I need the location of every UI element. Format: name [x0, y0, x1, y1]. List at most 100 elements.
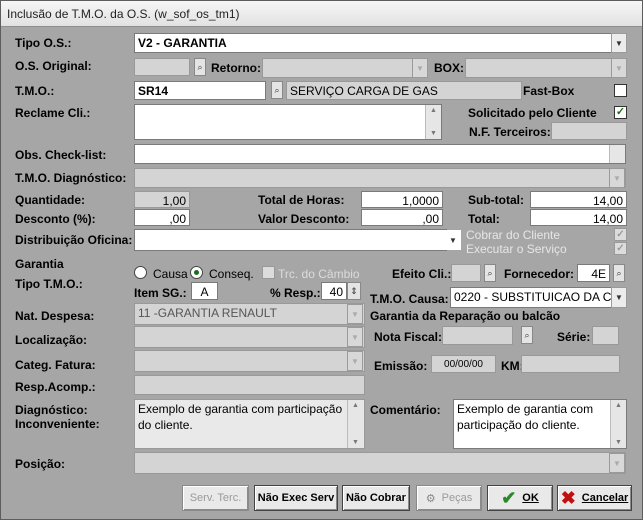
nao-exec-serv-button[interactable]: Não Exec Serv — [254, 485, 338, 511]
tipo-tmo-label: Tipo T.M.O.: — [15, 277, 83, 291]
retorno-label: Retorno: — [211, 61, 261, 75]
tmo-diag-select[interactable] — [134, 168, 626, 188]
retorno-select[interactable] — [262, 58, 416, 78]
executar-servico-label: Executar o Serviço — [466, 242, 567, 256]
reclame-label: Reclame Cli.: — [15, 106, 91, 120]
efeito-cli-input[interactable] — [451, 264, 481, 282]
box-select[interactable] — [465, 58, 613, 78]
localizacao-select[interactable] — [134, 326, 365, 348]
cobrar-cliente-checkbox[interactable]: ✓ — [614, 228, 627, 241]
nao-cobrar-button[interactable]: Não Cobrar — [342, 485, 410, 511]
chevron-down-icon[interactable]: ▼ — [611, 58, 627, 78]
ok-button[interactable]: ✔ OK — [487, 485, 553, 511]
cancelar-button[interactable]: ✖ Cancelar — [557, 485, 632, 511]
tmo-diag-label: T.M.O. Diagnóstico: — [15, 171, 127, 185]
fornecedor-label: Fornecedor: — [504, 267, 575, 281]
check-icon: ✔ — [501, 487, 517, 508]
emissao-label: Emissão: — [374, 359, 428, 373]
pecas-button[interactable]: ⚙ Peças — [416, 485, 482, 511]
km-input[interactable] — [521, 355, 620, 373]
tmo-label: T.M.O.: — [15, 84, 55, 98]
localizacao-label: Localização: — [15, 333, 88, 347]
posicao-select[interactable] — [134, 452, 626, 474]
inconveniente-label: Inconveniente: — [15, 417, 100, 431]
trc-cambio-label: Trc. do Câmbio — [278, 267, 360, 281]
os-original-input[interactable] — [134, 58, 190, 76]
resp-acomp-input[interactable] — [134, 375, 365, 395]
window-title: Inclusão de T.M.O. da O.S. (w_sof_os_tm1… — [1, 1, 642, 27]
pct-resp-input[interactable]: 40 — [321, 282, 347, 300]
tmo-description: SERVIÇO CARGA DE GAS — [286, 81, 522, 100]
chevron-down-icon[interactable]: ▼ — [609, 168, 625, 188]
distribuicao-select[interactable] — [134, 229, 447, 251]
chevron-down-icon[interactable]: ▼ — [611, 33, 627, 53]
nota-fiscal-input[interactable] — [442, 326, 513, 345]
tipo-os-select[interactable]: V2 - GARANTIA — [134, 33, 612, 53]
solicitado-checkbox[interactable]: ✓ — [614, 106, 627, 119]
parts-icon: ⚙ — [425, 492, 436, 505]
stepper-icon[interactable]: ⇕ — [347, 282, 361, 300]
tipo-os-label: Tipo O.S.: — [15, 36, 72, 50]
garantia-reparacao-label: Garantia da Reparação ou balcão — [370, 309, 561, 323]
causa-label: Causa — [153, 267, 188, 281]
conseq-label: Conseq. — [209, 267, 254, 281]
trc-cambio-checkbox[interactable] — [262, 266, 275, 279]
scrollbar[interactable] — [609, 145, 625, 163]
total-horas-input[interactable]: 1,0000 — [361, 191, 443, 208]
serv-terc-button[interactable]: Serv. Terc. — [182, 485, 249, 511]
quantidade-input[interactable]: 1,00 — [134, 191, 190, 208]
lookup-icon[interactable]: ⌕ — [194, 58, 206, 76]
comentario-label: Comentário: — [370, 403, 441, 417]
cancelar-label: Cancelar — [581, 492, 629, 504]
solicitado-label: Solicitado pelo Cliente — [468, 106, 597, 120]
total-horas-label: Total de Horas: — [258, 193, 345, 207]
nf-terceiros-label: N.F. Terceiros: — [469, 125, 551, 139]
chevron-down-icon[interactable]: ▼ — [412, 58, 428, 78]
conseq-radio[interactable] — [190, 266, 203, 279]
executar-servico-checkbox[interactable]: ✓ — [614, 242, 627, 255]
nf-terceiros-input[interactable] — [551, 122, 627, 140]
fornecedor-input[interactable]: 4E — [577, 264, 610, 282]
diagnostico-label: Diagnóstico: — [15, 403, 88, 417]
nat-despesa-label: Nat. Despesa: — [15, 309, 95, 323]
nat-despesa-select[interactable]: 11 -GARANTIA RENAULT — [134, 303, 365, 325]
box-label: BOX: — [434, 61, 464, 75]
categ-fatura-label: Categ. Fatura: — [15, 358, 96, 372]
cobrar-cliente-label: Cobrar do Cliente — [466, 228, 561, 242]
item-sg-input[interactable]: A — [191, 282, 218, 300]
serie-label: Série: — [557, 330, 591, 344]
lookup-icon[interactable]: ⌕ — [521, 326, 533, 344]
categ-fatura-select[interactable] — [134, 350, 365, 372]
tmo-causa-label: T.M.O. Causa: — [370, 292, 449, 306]
valor-desconto-input[interactable]: ,00 — [361, 209, 443, 226]
scrollbar[interactable]: ▲ ▼ — [347, 400, 363, 448]
tmo-causa-select[interactable]: 0220 - SUBSTITUICAO DA C — [450, 287, 613, 308]
lookup-icon[interactable]: ⌕ — [271, 81, 283, 99]
scrollbar[interactable]: ▲ ▼ — [425, 105, 441, 139]
diagnostico-textarea[interactable]: Exemplo de garantia com participação do … — [134, 399, 365, 449]
chevron-down-icon[interactable]: ▼ — [611, 287, 627, 308]
garantia-section-label: Garantia — [15, 257, 64, 271]
ok-label: OK — [522, 492, 539, 504]
valor-desconto-label: Valor Desconto: — [258, 212, 350, 226]
serie-input[interactable] — [592, 326, 619, 345]
scrollbar[interactable]: ▲ ▼ — [610, 400, 626, 448]
chevron-down-icon[interactable]: ▼ — [609, 453, 625, 473]
chevron-down-icon[interactable]: ▼ — [347, 304, 363, 324]
total-value: 14,00 — [530, 209, 627, 226]
dialog-window: Inclusão de T.M.O. da O.S. (w_sof_os_tm1… — [0, 0, 643, 520]
chevron-down-icon[interactable]: ▼ — [347, 327, 363, 347]
reclame-textarea[interactable] — [134, 104, 442, 140]
causa-radio[interactable] — [134, 266, 147, 279]
chevron-down-icon[interactable]: ▼ — [347, 351, 363, 371]
obs-checklist-input[interactable] — [134, 144, 626, 164]
comentario-textarea[interactable]: Exemplo de garantia com participação do … — [453, 399, 627, 449]
lookup-icon[interactable]: ⌕ — [484, 264, 496, 282]
emissao-input[interactable]: 00/00/00 — [431, 355, 496, 373]
tmo-code-input[interactable]: SR14 — [134, 81, 266, 100]
subtotal-label: Sub-total: — [468, 193, 524, 207]
fast-box-checkbox[interactable] — [614, 84, 627, 97]
chevron-down-icon[interactable]: ▼ — [445, 230, 461, 250]
desconto-input[interactable]: ,00 — [134, 209, 190, 226]
lookup-icon[interactable]: ⌕ — [613, 264, 625, 282]
